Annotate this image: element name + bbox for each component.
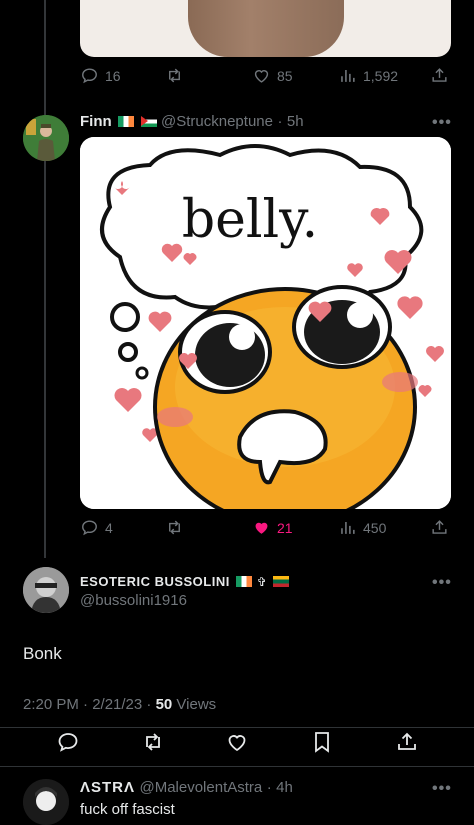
more-button[interactable]: ••• [432, 574, 452, 592]
share-button[interactable] [395, 730, 419, 754]
retweet-icon [146, 733, 160, 751]
handle[interactable]: @MalevolentAstra [139, 779, 262, 796]
reply-icon [82, 68, 97, 84]
share-icon [432, 68, 447, 82]
timestamp[interactable]: 5h [287, 113, 304, 130]
reply-button[interactable]: 4 [80, 518, 113, 537]
lithuania-flag-icon [273, 576, 290, 588]
bookmark-button[interactable] [310, 730, 334, 754]
tweet-header: Finn @Struckneptune · 5h [80, 113, 304, 131]
share-icon [432, 520, 447, 534]
timestamp[interactable]: 4h [276, 779, 293, 796]
more-icon: ••• [432, 114, 452, 131]
views-label: Views [172, 696, 217, 713]
retweet-button[interactable] [165, 66, 184, 85]
views-button[interactable]: 450 [338, 518, 386, 537]
reply-button[interactable] [56, 730, 80, 754]
more-button[interactable]: ••• [432, 780, 452, 798]
divider [0, 766, 474, 767]
more-icon: ••• [432, 574, 452, 591]
tweet-body: Bonk [23, 644, 62, 663]
display-name[interactable]: ESOTERIC BUSSOLINI [80, 574, 230, 589]
previous-tweet-image[interactable] [80, 0, 451, 57]
palestine-flag-icon [140, 116, 157, 128]
bookmark-icon [315, 732, 329, 753]
tweet-meta: 2:20 PM · 2/21/23 · 50 Views [23, 696, 216, 713]
views-icon [341, 69, 355, 82]
retweet-button[interactable] [165, 518, 184, 537]
like-button[interactable]: 85 [252, 66, 293, 85]
tweet-timestamp[interactable]: 2:20 PM · 2/21/23 · [23, 696, 156, 713]
separator: · [266, 779, 272, 796]
tweet-body: fuck off fascist [80, 801, 175, 818]
retweet-icon [169, 68, 180, 83]
like-button[interactable] [225, 730, 249, 754]
avatar[interactable] [23, 115, 69, 161]
reply-count: 4 [105, 519, 113, 536]
like-count: 85 [277, 67, 293, 84]
meme-text: belly. [182, 190, 318, 250]
share-button[interactable] [430, 66, 449, 85]
views-icon [341, 521, 355, 534]
retweet-icon [169, 520, 180, 535]
ireland-flag-icon [118, 116, 135, 128]
avatar[interactable] [23, 567, 69, 613]
avatar[interactable] [23, 779, 69, 825]
retweet-button[interactable] [141, 730, 165, 754]
like-icon [254, 70, 269, 83]
handle[interactable]: @Struckneptune [161, 113, 273, 130]
display-name[interactable]: ΛSTRΛ [80, 779, 135, 796]
avatar-figure-icon [23, 115, 69, 161]
pleading-face-meme: belly. [80, 137, 451, 509]
display-name[interactable]: Finn [80, 113, 112, 130]
tweet-author: ESOTERIC BUSSOLINI ✞ [80, 573, 290, 591]
reply-icon [82, 520, 97, 536]
share-button[interactable] [430, 518, 449, 537]
like-button-active[interactable]: 21 [252, 518, 293, 537]
views-button[interactable]: 1,592 [338, 66, 398, 85]
tweet-header: ΛSTRΛ @MalevolentAstra · 4h [80, 779, 293, 797]
reply-button[interactable]: 16 [80, 66, 121, 85]
thread-line [44, 0, 46, 558]
reply-count: 16 [105, 67, 121, 84]
like-filled-icon [255, 522, 268, 534]
cross-icon: ✞ [256, 575, 267, 589]
handle[interactable]: @bussolini1916 [80, 592, 187, 609]
views-count: 450 [363, 519, 387, 536]
tweet-image[interactable]: belly. [80, 137, 451, 509]
like-count: 21 [277, 519, 293, 536]
views-count: 50 [155, 696, 173, 713]
avatar-portrait-icon [23, 567, 69, 613]
more-icon: ••• [432, 780, 452, 797]
more-button[interactable]: ••• [432, 114, 452, 132]
views-count: 1,592 [363, 67, 399, 84]
reply-icon [58, 733, 78, 752]
separator: · [277, 113, 283, 130]
share-icon [398, 732, 416, 750]
avatar-figure-icon [23, 779, 69, 825]
ireland-flag-icon [236, 576, 253, 588]
like-icon [228, 735, 246, 752]
divider [0, 727, 474, 728]
